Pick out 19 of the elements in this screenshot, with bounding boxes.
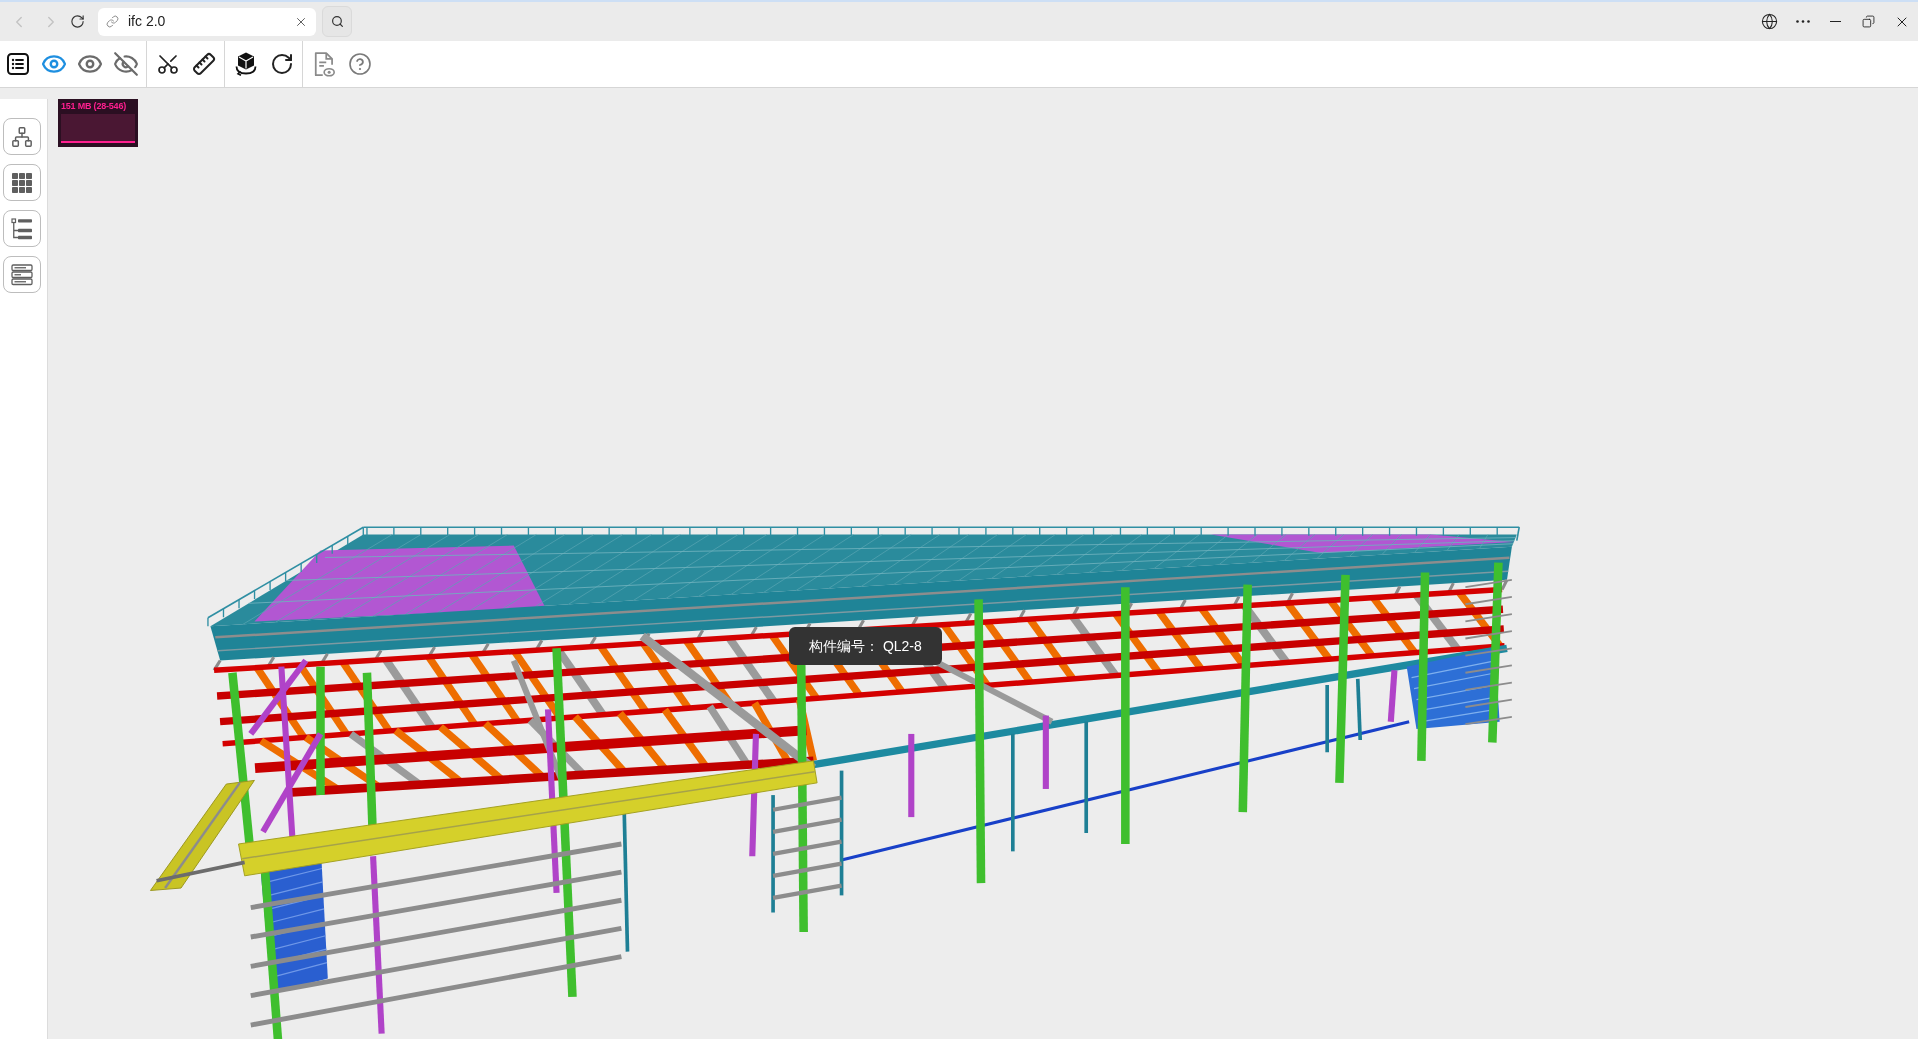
hierarchy-icon bbox=[11, 125, 33, 148]
tooltip-text: 构件编号： QL2-8 bbox=[809, 636, 922, 656]
more-dots-icon bbox=[1795, 20, 1810, 23]
search-icon bbox=[330, 15, 344, 28]
restore-icon bbox=[1862, 15, 1875, 28]
rows-icon bbox=[11, 263, 33, 286]
grid-button[interactable] bbox=[3, 164, 41, 201]
grid-icon bbox=[12, 172, 32, 193]
link-icon bbox=[106, 15, 119, 28]
tree-list-icon bbox=[11, 217, 33, 240]
hierarchy-button[interactable] bbox=[3, 118, 41, 155]
browser-tab[interactable]: ifc 2.0 bbox=[98, 7, 316, 36]
tab-title: ifc 2.0 bbox=[128, 12, 167, 31]
minimize-icon bbox=[1830, 21, 1841, 22]
tree-list-button[interactable] bbox=[3, 210, 41, 247]
search-button[interactable] bbox=[322, 6, 352, 37]
rows-button[interactable] bbox=[3, 256, 41, 293]
memory-reading: 151 MB (28-546) bbox=[60, 101, 127, 112]
globe-icon bbox=[1761, 13, 1778, 30]
